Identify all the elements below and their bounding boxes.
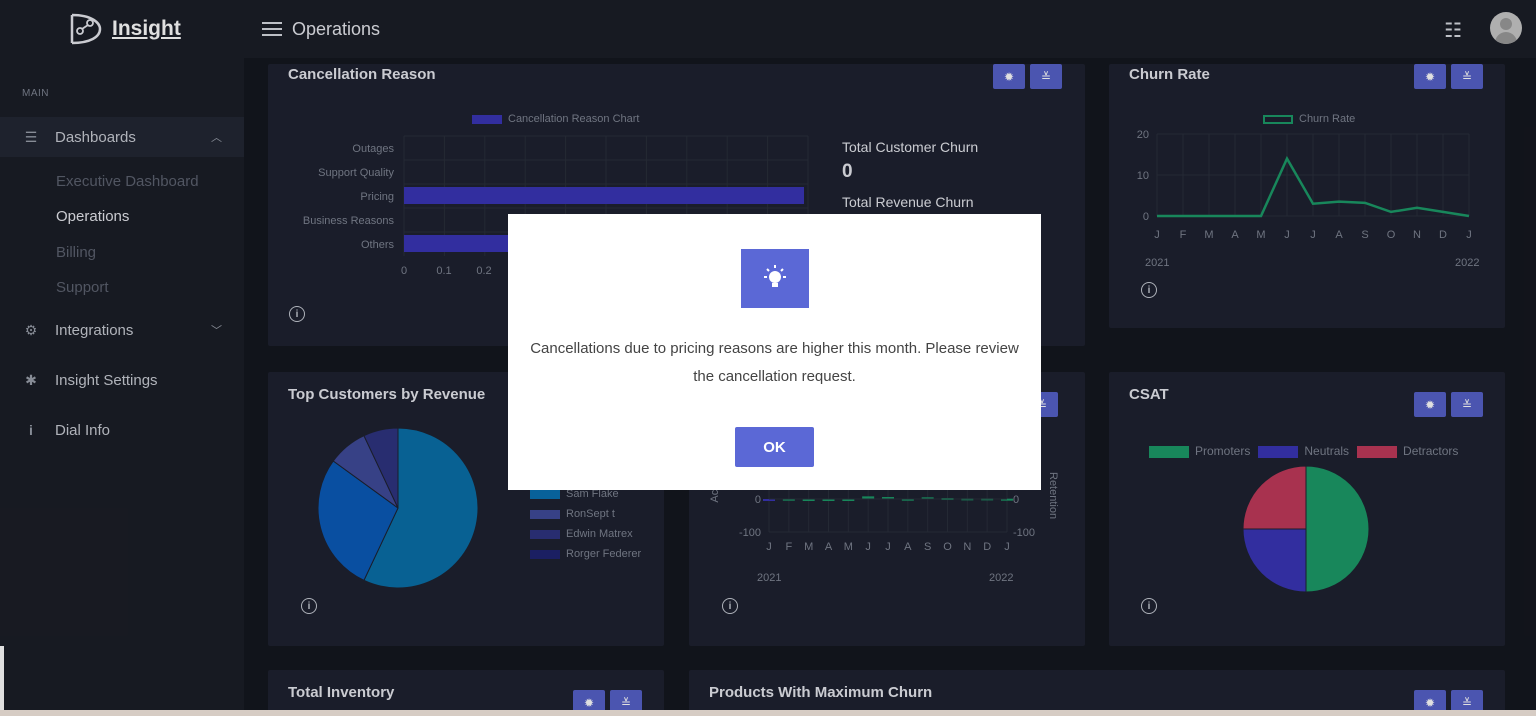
modal-message: Cancellations due to pricing reasons are… [530,340,1019,385]
ok-button[interactable]: OK [735,427,814,467]
bulb-icon [741,249,809,308]
insight-modal: Cancellations due to pricing reasons are… [508,214,1041,490]
